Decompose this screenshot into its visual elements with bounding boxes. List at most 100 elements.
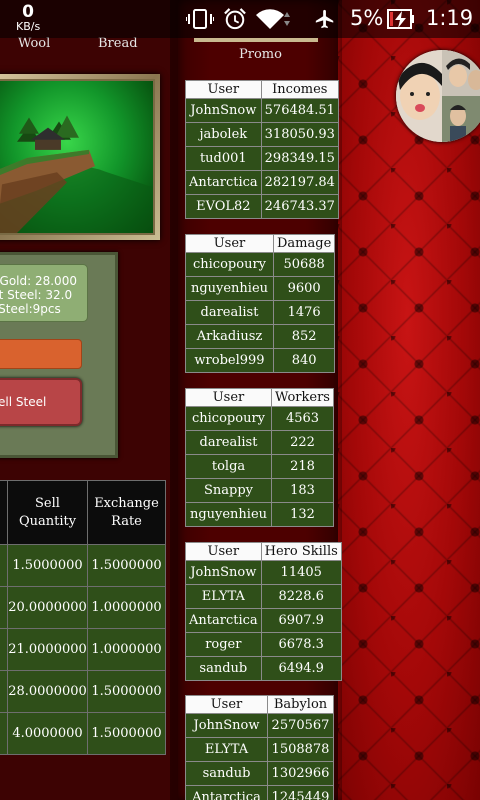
ranking-row[interactable]: ELYTA 1508878 bbox=[185, 737, 334, 762]
exchange-cell-cut bbox=[0, 544, 8, 587]
ranking-header-workers: Workers bbox=[271, 388, 334, 407]
ranking-user-cell: ELYTA bbox=[185, 584, 262, 609]
ranking-row[interactable]: darealist 222 bbox=[185, 430, 334, 455]
sell-quantity-cell: 28.0000000 bbox=[7, 670, 88, 713]
exchange-table-body: 1.5000000 1.5000000 20.0000000 1.0000000 21.… bbox=[0, 544, 166, 755]
ranking-user-cell: wrobel999 bbox=[185, 348, 274, 373]
user-avatar[interactable] bbox=[396, 50, 480, 142]
ranking-header-babylon: Babylon bbox=[267, 695, 334, 714]
ranking-table-hero-skills: User Hero Skills JohnSnow 11405 ELYTA 8228.6 A… bbox=[185, 542, 342, 681]
ranking-header-row: User Babylon bbox=[185, 695, 334, 714]
ranking-user-cell: nguyenhieu bbox=[185, 276, 274, 301]
ranking-row[interactable]: nguyenhieu 132 bbox=[185, 502, 334, 527]
ranking-value-cell: 318050.93 bbox=[260, 122, 339, 147]
ranking-header-user: User bbox=[185, 695, 268, 714]
clock: 1:19 bbox=[426, 6, 474, 30]
exchange-row[interactable]: 4.0000000 1.5000000 bbox=[0, 712, 166, 755]
ranking-user-cell: darealist bbox=[185, 300, 274, 325]
exchange-rate-cell: 1.5000000 bbox=[87, 712, 166, 755]
promo-label[interactable]: Promo bbox=[239, 47, 282, 62]
ranking-row[interactable]: nguyenhieu 9600 bbox=[185, 276, 336, 301]
vibrate-icon bbox=[186, 9, 214, 29]
ranking-value-cell: 6494.9 bbox=[260, 656, 342, 681]
ranking-header-row: User Hero Skills bbox=[185, 542, 342, 561]
ranking-value-cell: 282197.84 bbox=[260, 170, 339, 195]
ranking-value-cell: 11405 bbox=[260, 560, 342, 585]
ranking-value-cell: 1302966 bbox=[267, 761, 334, 786]
ranking-header-user: User bbox=[185, 542, 262, 561]
sell-quantity-cell: 1.5000000 bbox=[7, 544, 88, 587]
exchange-row[interactable]: 20.0000000 1.0000000 bbox=[0, 586, 166, 629]
sell-quantity-cell: 20.0000000 bbox=[7, 586, 88, 629]
ranking-row[interactable]: JohnSnow 2570567 bbox=[185, 713, 334, 738]
airplane-mode-icon bbox=[315, 9, 334, 29]
sell-steel-button[interactable]: ell Steel bbox=[0, 378, 82, 426]
ranking-header-user: User bbox=[185, 388, 272, 407]
ranking-user-cell: sandub bbox=[185, 761, 268, 786]
ranking-row[interactable]: EVOL82 246743.37 bbox=[185, 194, 339, 219]
orange-action-button[interactable] bbox=[0, 339, 82, 369]
ranking-user-cell: Antarctica bbox=[185, 785, 268, 800]
exchange-row[interactable]: 28.0000000 1.5000000 bbox=[0, 670, 166, 713]
ranking-row[interactable]: wrobel999 840 bbox=[185, 348, 336, 373]
ranking-row[interactable]: chicopoury 4563 bbox=[185, 406, 334, 431]
exchange-rate-cell: 1.0000000 bbox=[87, 628, 166, 671]
ranking-row[interactable]: Arkadiusz 852 bbox=[185, 324, 336, 349]
network-speed: 0 KB/s bbox=[16, 4, 40, 33]
battery-charging-icon bbox=[387, 9, 414, 29]
ranking-row[interactable]: Snappy 183 bbox=[185, 478, 334, 503]
ranking-value-cell: 852 bbox=[272, 324, 336, 349]
trade-info-steel-price: nt Steel: 32.0 bbox=[0, 288, 73, 302]
ranking-row[interactable]: JohnSnow 576484.51 bbox=[185, 98, 339, 123]
header-text-line: Exchange bbox=[94, 495, 159, 511]
ranking-row[interactable]: sandub 6494.9 bbox=[185, 656, 342, 681]
status-bar: 0 KB/s 5% 1:19 bbox=[0, 0, 480, 38]
ranking-row[interactable]: roger 6678.3 bbox=[185, 632, 342, 657]
exchange-header-sell-quantity: Sell Quantity bbox=[7, 480, 88, 545]
sell-quantity-cell: 4.0000000 bbox=[7, 712, 88, 755]
ranking-user-cell: EVOL82 bbox=[185, 194, 262, 219]
ranking-row[interactable]: Antarctica 282197.84 bbox=[185, 170, 339, 195]
ranking-value-cell: 840 bbox=[272, 348, 336, 373]
network-speed-unit: KB/s bbox=[16, 20, 41, 33]
ranking-row[interactable]: ELYTA 8228.6 bbox=[185, 584, 342, 609]
ranking-value-cell: 6907.9 bbox=[260, 608, 342, 633]
ranking-row[interactable]: jabolek 318050.93 bbox=[185, 122, 339, 147]
wool-label[interactable]: Wool bbox=[18, 36, 50, 51]
ranking-header-damage: Damage bbox=[272, 234, 336, 253]
exchange-rate-cell: 1.0000000 bbox=[87, 586, 166, 629]
ranking-row[interactable]: Antarctica 1245449 bbox=[185, 785, 334, 800]
ranking-user-cell: chicopoury bbox=[185, 252, 274, 277]
ranking-header-row: User Workers bbox=[185, 388, 334, 407]
ranking-value-cell: 6678.3 bbox=[260, 632, 342, 657]
ranking-user-cell: ELYTA bbox=[185, 737, 268, 762]
ranking-value-cell: 1476 bbox=[272, 300, 336, 325]
ranking-value-cell: 246743.37 bbox=[260, 194, 339, 219]
city-picture-frame[interactable] bbox=[0, 74, 160, 240]
ranking-row[interactable]: tolga 218 bbox=[185, 454, 334, 479]
promo-banner[interactable] bbox=[194, 38, 318, 42]
ranking-row[interactable]: sandub 1302966 bbox=[185, 761, 334, 786]
ranking-header-hero-skills: Hero Skills bbox=[260, 542, 342, 561]
ranking-table-babylon: User Babylon JohnSnow 2570567 ELYTA 1508878 sa… bbox=[185, 695, 334, 800]
exchange-row[interactable]: 21.0000000 1.0000000 bbox=[0, 628, 166, 671]
exchange-header-cut bbox=[0, 480, 8, 545]
battery-percentage: 5% bbox=[350, 6, 384, 30]
exchange-header-exchange-rate: Exchange Rate bbox=[87, 480, 166, 545]
ranking-user-cell: JohnSnow bbox=[185, 98, 262, 123]
trade-info-gold: t Gold: 28.000 bbox=[0, 274, 77, 288]
bread-label[interactable]: Bread bbox=[98, 36, 138, 51]
trade-info-box: t Gold: 28.000 nt Steel: 32.0 l Steel:9p… bbox=[0, 264, 88, 322]
exchange-row[interactable]: 1.5000000 1.5000000 bbox=[0, 544, 166, 587]
ranking-row[interactable]: Antarctica 6907.9 bbox=[185, 608, 342, 633]
ranking-row[interactable]: tud001 298349.15 bbox=[185, 146, 339, 171]
header-text-line: Quantity bbox=[18, 513, 77, 529]
avatar-photo-collage bbox=[396, 50, 480, 142]
alarm-icon bbox=[224, 8, 246, 30]
ranking-row[interactable]: darealist 1476 bbox=[185, 300, 336, 325]
exchange-cell-cut bbox=[0, 670, 8, 713]
ranking-header-row: User Damage bbox=[185, 234, 336, 253]
ranking-row[interactable]: JohnSnow 11405 bbox=[185, 560, 342, 585]
ranking-row[interactable]: chicopoury 50688 bbox=[185, 252, 336, 277]
ranking-user-cell: Arkadiusz bbox=[185, 324, 274, 349]
